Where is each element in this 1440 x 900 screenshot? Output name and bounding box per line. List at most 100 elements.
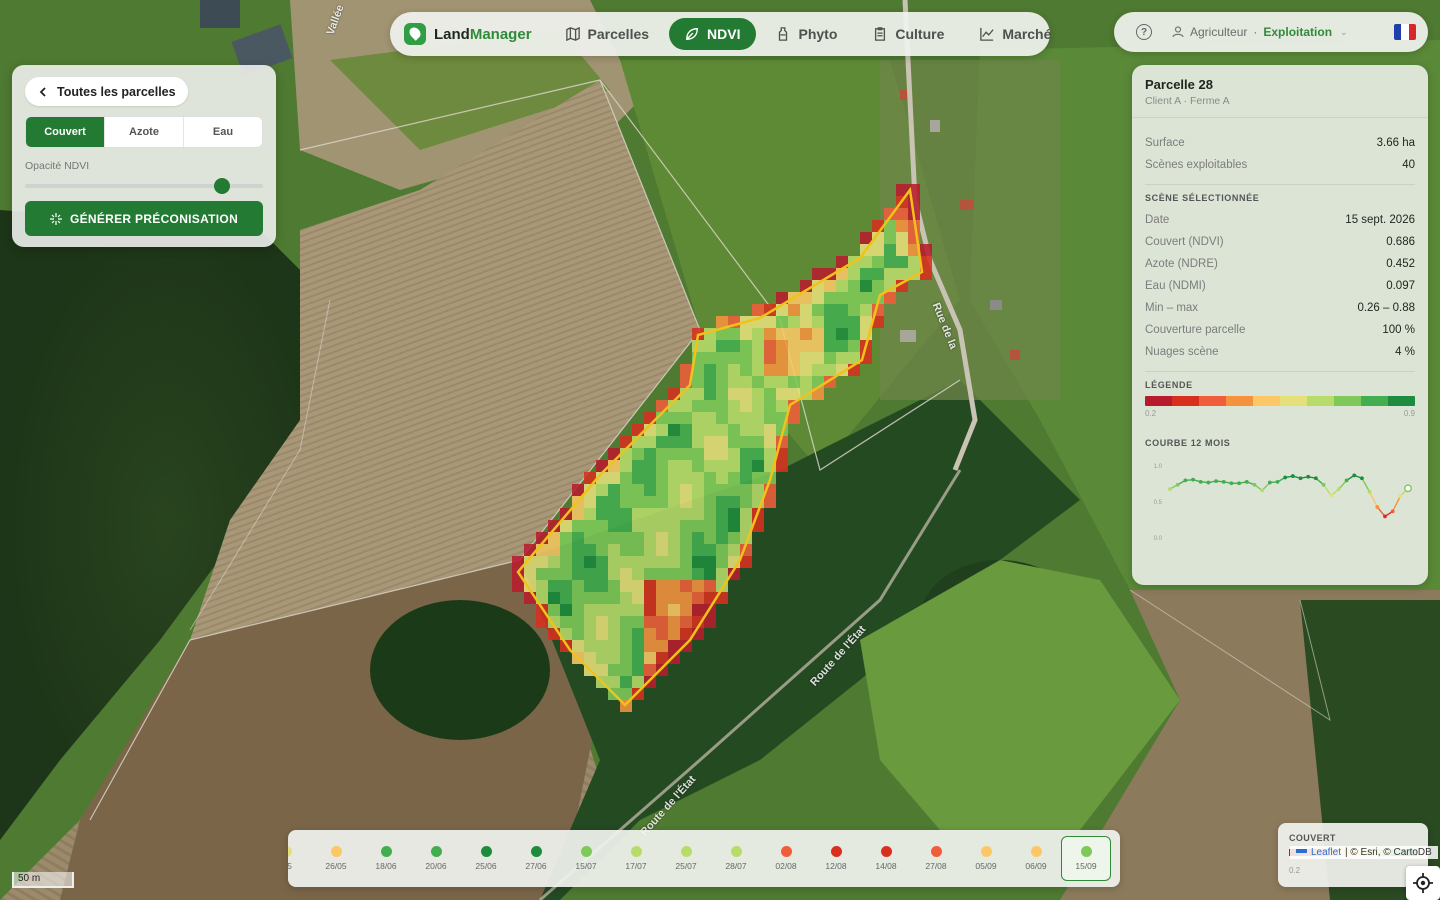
- ndvi-pixel: [560, 556, 572, 568]
- ndvi-pixel: [656, 544, 668, 556]
- section-title: COURBE 12 MOIS: [1145, 438, 1231, 448]
- y-tick-label: 1.0: [1154, 464, 1163, 470]
- ndvi-pixel: [716, 376, 728, 388]
- ndvi-pixel: [584, 568, 596, 580]
- ndvi-pixel: [608, 664, 620, 676]
- layer-eau[interactable]: Eau: [184, 117, 262, 147]
- ndvi-pixel: [812, 352, 824, 364]
- ndvi-pixel: [752, 376, 764, 388]
- ndvi-pixel: [884, 244, 896, 256]
- ndvi-pixel: [668, 532, 680, 544]
- french-flag-icon[interactable]: [1394, 24, 1416, 40]
- ndvi-pixel: [620, 472, 632, 484]
- ndvi-pixel: [836, 304, 848, 316]
- ndvi-pixel: [656, 472, 668, 484]
- ndvi-pixel: [680, 496, 692, 508]
- ndvi-pixel: [812, 364, 824, 376]
- ndvi-pixel: [860, 268, 872, 280]
- ndvi-pixel: [548, 592, 560, 604]
- ndvi-pixel: [560, 544, 572, 556]
- ndvi-pixel: [836, 280, 848, 292]
- timeline-scene[interactable]: 17/07: [611, 836, 661, 881]
- ndvi-pixel: [752, 448, 764, 460]
- timeline-scene[interactable]: 02/08: [761, 836, 811, 881]
- timeline-scene[interactable]: 18/06: [361, 836, 411, 881]
- ndvi-pixel: [632, 484, 644, 496]
- ndvi-pixel: [560, 604, 572, 616]
- ndvi-pixel: [704, 616, 716, 628]
- ndvi-pixel: [644, 568, 656, 580]
- ndvi-pixel: [644, 508, 656, 520]
- ndvi-pixel: [740, 376, 752, 388]
- nav-ndvi[interactable]: NDVI: [669, 18, 757, 50]
- timeline-scene[interactable]: 15/07: [561, 836, 611, 881]
- locate-button[interactable]: [1406, 866, 1440, 900]
- timeline-scene[interactable]: 05/09: [961, 836, 1011, 881]
- timeline-scene[interactable]: /05: [288, 836, 311, 881]
- scene-date: /05: [288, 861, 292, 871]
- timeline-scene[interactable]: 26/05: [311, 836, 361, 881]
- ndvi-pixel: [656, 568, 668, 580]
- nav-parcelles[interactable]: Parcelles: [550, 18, 666, 50]
- brand[interactable]: LandManager: [396, 17, 546, 51]
- leaflet-link[interactable]: Leaflet: [1311, 847, 1341, 858]
- ndvi-pixel: [836, 316, 848, 328]
- timeline-scene[interactable]: 28/07: [711, 836, 761, 881]
- generate-recommendation-button[interactable]: GÉNÉRER PRÉCONISATION: [25, 201, 263, 236]
- ndvi-pixel: [740, 352, 752, 364]
- ndvi-pixel: [572, 628, 584, 640]
- timeline-scene[interactable]: 27/06: [511, 836, 561, 881]
- slider-thumb[interactable]: [213, 178, 230, 194]
- ndvi-pixel: [680, 532, 692, 544]
- ndvi-pixel: [632, 580, 644, 592]
- layer-azote[interactable]: Azote: [105, 117, 184, 147]
- ndvi-pixel: [860, 256, 872, 268]
- ndvi-pixel: [524, 568, 536, 580]
- ndvi-pixel: [704, 472, 716, 484]
- timeline-scene[interactable]: 20/06: [411, 836, 461, 881]
- timeline-scene[interactable]: 15/09: [1061, 836, 1111, 881]
- nav-phyto[interactable]: Phyto: [760, 18, 853, 50]
- ndvi-pixel: [716, 340, 728, 352]
- ndvi-pixel: [812, 340, 824, 352]
- timeline-scene[interactable]: 25/06: [461, 836, 511, 881]
- ndvi-pixel: [884, 292, 896, 304]
- curve-point: [1404, 484, 1412, 493]
- timeline-scene[interactable]: 14/08: [861, 836, 911, 881]
- ndvi-pixel: [812, 316, 824, 328]
- ndvi-pixel: [728, 508, 740, 520]
- main-navigation: LandManager Parcelles NDVI Phyto Culture…: [390, 12, 1051, 56]
- ndvi-pixel: [548, 544, 560, 556]
- ndvi-12-month-chart: 1.0 0.5 0.0: [1154, 464, 1412, 542]
- timeline-scene[interactable]: 25/07: [661, 836, 711, 881]
- ndvi-pixel: [656, 436, 668, 448]
- ndvi-pixel: [584, 520, 596, 532]
- ndvi-pixel: [548, 568, 560, 580]
- ndvi-pixel: [596, 484, 608, 496]
- nav-culture[interactable]: Culture: [857, 18, 960, 50]
- ndvi-pixel: [788, 340, 800, 352]
- ndvi-pixel: [752, 328, 764, 340]
- account-menu[interactable]: Agriculteur · Exploitation ⌄: [1166, 25, 1380, 39]
- back-label: Toutes les parcelles: [57, 84, 176, 99]
- ndvi-pixel: [656, 508, 668, 520]
- ndvi-pixel: [716, 496, 728, 508]
- help-icon[interactable]: ?: [1136, 24, 1152, 40]
- ndvi-pixel: [764, 316, 776, 328]
- ndvi-pixel: [620, 520, 632, 532]
- layer-couvert[interactable]: Couvert: [26, 117, 105, 147]
- ndvi-pixel: [836, 340, 848, 352]
- back-to-parcels-button[interactable]: Toutes les parcelles: [25, 77, 188, 106]
- ndvi-pixel: [644, 580, 656, 592]
- ndvi-pixel: [584, 508, 596, 520]
- timeline-scene[interactable]: 27/08: [911, 836, 961, 881]
- curve-point: [1206, 480, 1211, 485]
- ndvi-pixel: [692, 508, 704, 520]
- curve-point: [1290, 474, 1295, 478]
- timeline-scene[interactable]: 06/09: [1011, 836, 1061, 881]
- timeline-scene[interactable]: 12/08: [811, 836, 861, 881]
- opacity-slider[interactable]: [25, 178, 263, 194]
- nav-marche[interactable]: Marché: [964, 18, 1067, 50]
- ndvi-pixel: [848, 268, 860, 280]
- curve-point: [1375, 505, 1380, 509]
